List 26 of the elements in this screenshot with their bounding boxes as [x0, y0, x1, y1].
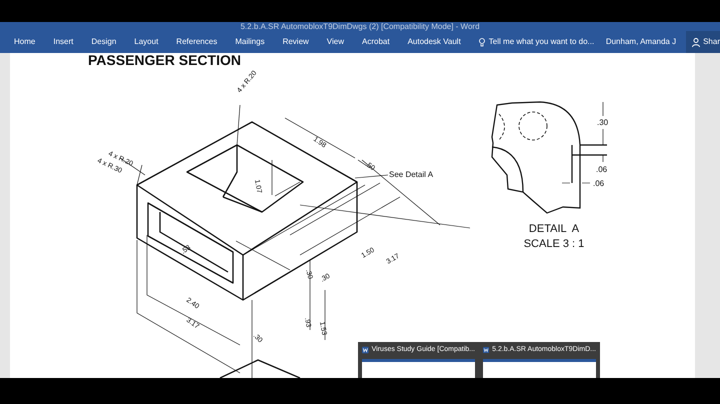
ribbon-tab[interactable]: Design — [91, 36, 116, 48]
ribbon-tab[interactable]: Acrobat — [362, 36, 390, 48]
person-icon — [692, 38, 700, 46]
dimension-label: .06 — [593, 179, 604, 188]
section-heading: PASSENGER SECTION — [88, 53, 241, 68]
word-icon — [483, 346, 490, 354]
user-name[interactable]: Dunham, Amanda J — [606, 36, 676, 48]
dimension-label: .30 — [597, 118, 608, 127]
callout-label: See Detail A — [389, 170, 434, 179]
window-thumbnail[interactable] — [362, 358, 475, 378]
lightbulb-icon — [478, 38, 485, 46]
detail-caption: DETAIL A — [528, 223, 580, 235]
ribbon-tab[interactable]: Autodesk Vault — [408, 36, 461, 48]
word-icon — [362, 346, 369, 354]
ribbon-tab[interactable]: Insert — [53, 36, 74, 48]
ribbon-tab[interactable]: Layout — [134, 36, 158, 48]
ribbon-tab[interactable]: View — [326, 36, 344, 48]
ribbon-tab[interactable]: Home — [14, 36, 36, 48]
ribbon-tab[interactable]: Review — [282, 36, 309, 48]
window-title: 5.2.b.A.SR AutomobloxT9DimDwgs (2) [Compatibility Mode] - Word — [240, 22, 480, 31]
window-thumbnail[interactable] — [483, 358, 596, 378]
dimension-label: .06 — [596, 165, 608, 174]
ribbon-tab[interactable]: References — [176, 36, 218, 48]
detail-scale: SCALE 3 : 1 — [524, 238, 584, 250]
tell-me-search[interactable]: Tell me what you want to do... — [488, 36, 594, 48]
ribbon-tab[interactable]: Mailings — [235, 36, 265, 48]
